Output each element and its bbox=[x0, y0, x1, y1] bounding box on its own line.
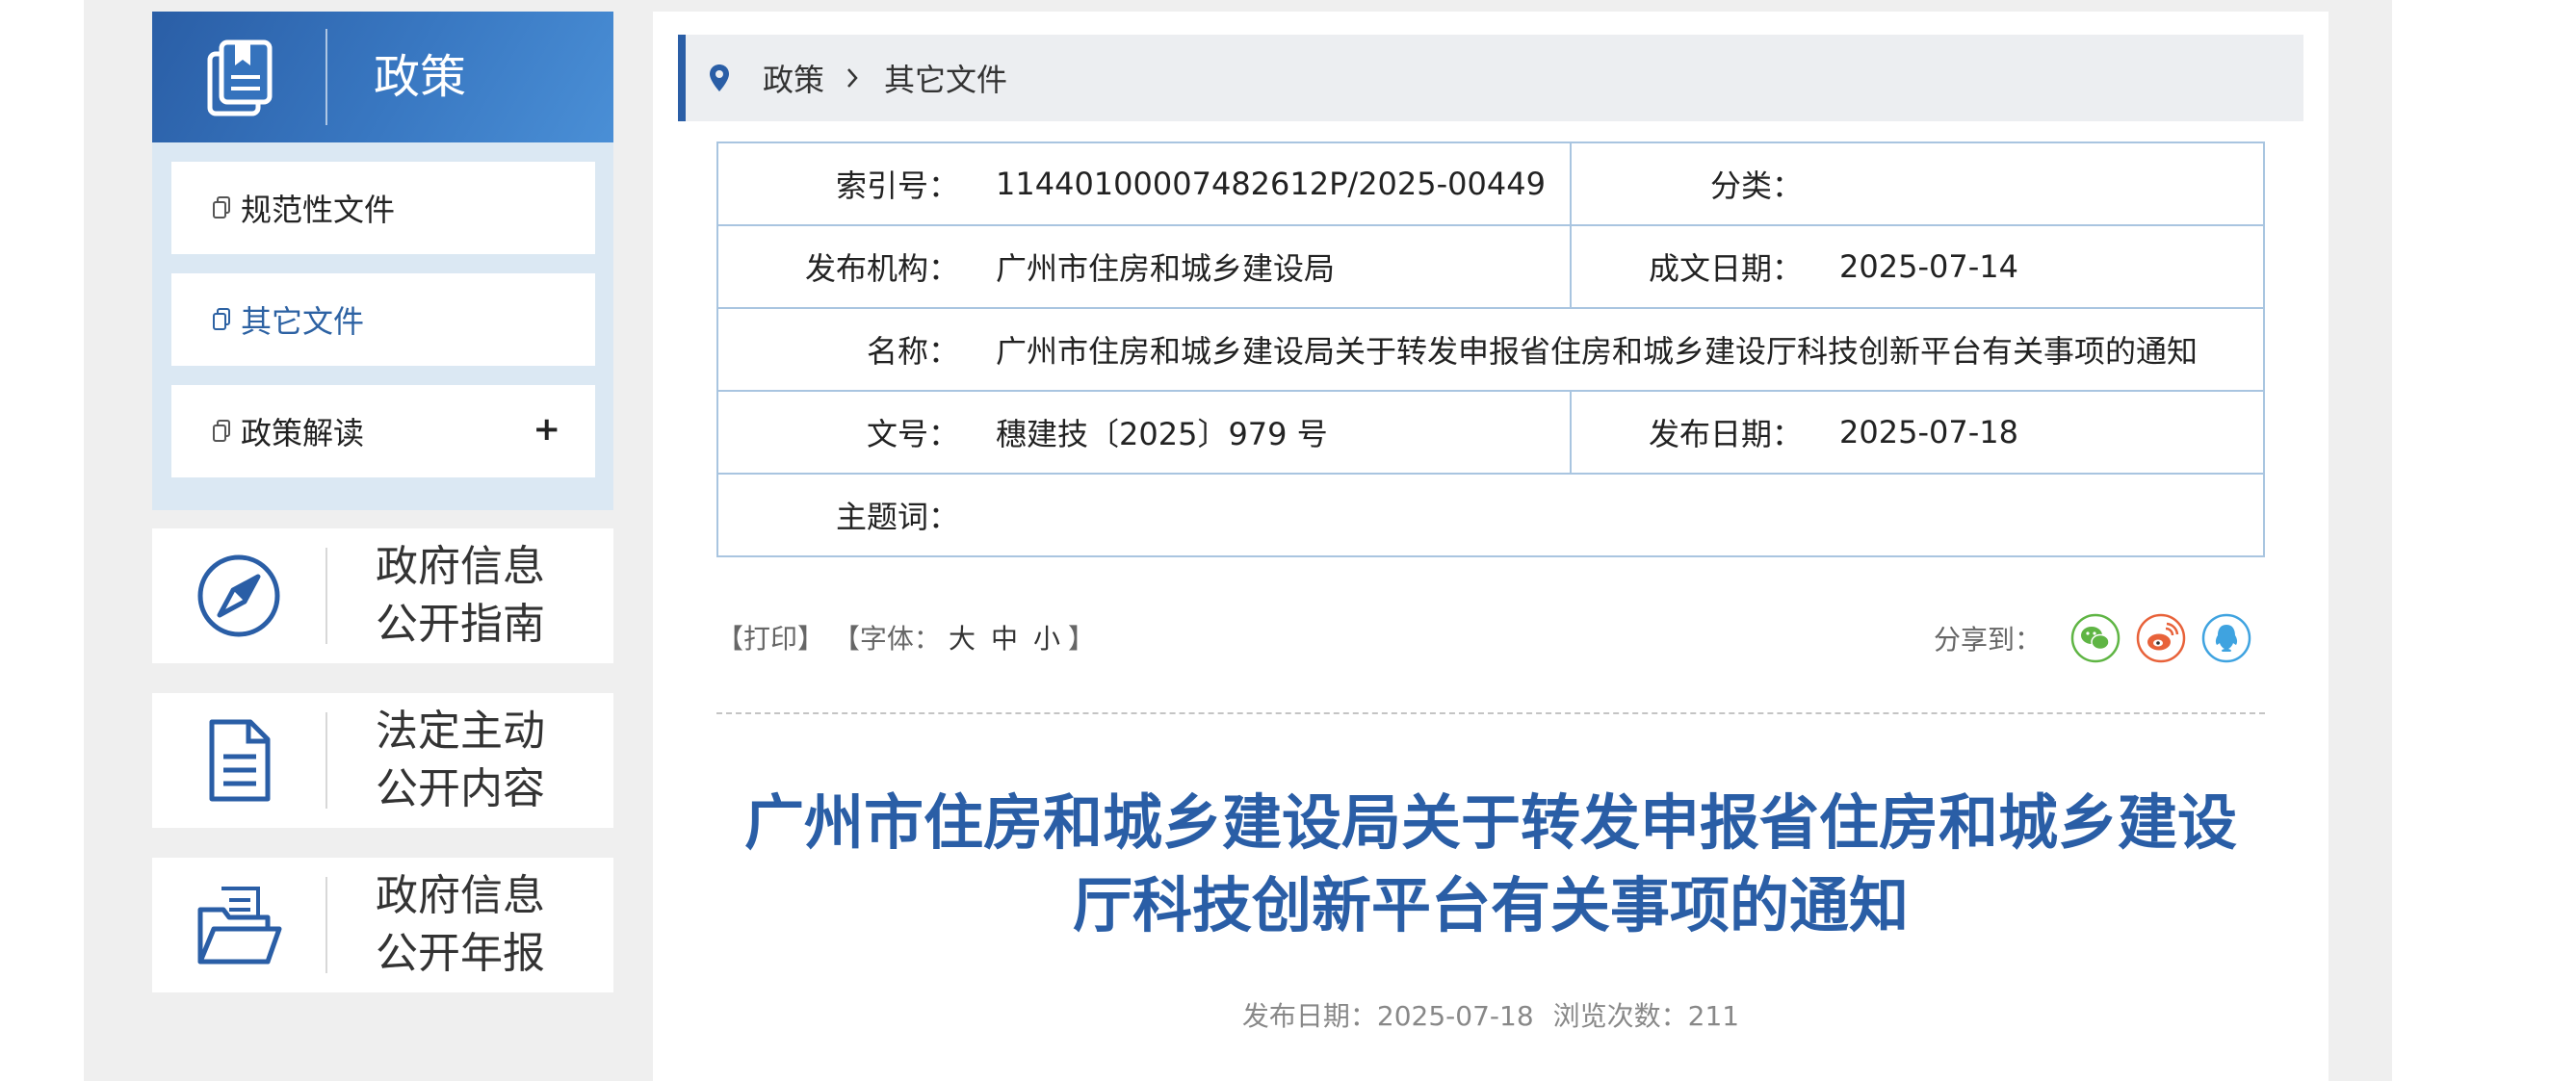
doc-number-label: 文号： bbox=[716, 390, 980, 475]
card-annual-report[interactable]: 政府信息 公开年报 bbox=[152, 858, 613, 992]
sidebar-item-normative-docs[interactable]: 规范性文件 bbox=[171, 162, 595, 254]
category-label: 分类： bbox=[1570, 142, 1824, 226]
wechat-icon[interactable] bbox=[2070, 613, 2121, 663]
card-disclosure-guide[interactable]: 政府信息 公开指南 bbox=[152, 528, 613, 663]
sidebar-header: 政策 bbox=[152, 12, 613, 142]
index-label: 索引号： bbox=[716, 142, 980, 226]
publish-date-value: 2025-07-18 bbox=[1376, 1000, 1534, 1032]
sidebar-item-label: 规范性文件 bbox=[241, 192, 396, 228]
card-mandatory-content[interactable]: 法定主动 公开内容 bbox=[152, 693, 613, 828]
document-lines-icon bbox=[209, 719, 271, 802]
article-meta: 发布日期：2025-07-18 浏览次数：211 bbox=[691, 995, 2290, 1034]
copy-doc-icon bbox=[213, 196, 230, 219]
index-value: 11440100007482612P/2025-00449 bbox=[980, 142, 1572, 226]
table-row: 名称： 广州市住房和城乡建设局关于转发申报省住房和城乡建设厅科技创新平台有关事项… bbox=[716, 307, 2265, 392]
card-divider bbox=[325, 712, 327, 809]
document-book-icon bbox=[207, 39, 273, 116]
written-date-label: 成文日期： bbox=[1570, 224, 1824, 309]
article-title: 广州市住房和城乡建设局关于转发申报省住房和城乡建设 厅科技创新平台有关事项的通知 bbox=[743, 787, 2237, 940]
card-divider bbox=[325, 877, 327, 973]
breadcrumb-root[interactable]: 政策 bbox=[763, 56, 824, 100]
open-folder-icon bbox=[197, 887, 282, 965]
separator-dashed bbox=[716, 712, 2265, 714]
copy-doc-icon bbox=[213, 308, 230, 330]
location-pin-icon bbox=[710, 64, 729, 91]
card-label: 政府信息 公开年报 bbox=[376, 871, 545, 978]
sidebar-item-label: 政策解读 bbox=[241, 415, 365, 451]
views-label: 浏览次数： bbox=[1552, 1000, 1688, 1032]
font-large-link[interactable]: 大 bbox=[949, 623, 976, 655]
copy-doc-icon bbox=[213, 420, 230, 442]
font-medium-link[interactable]: 中 bbox=[991, 623, 1018, 655]
views-count: 211 bbox=[1687, 1000, 1740, 1032]
breadcrumb-current[interactable]: 其它文件 bbox=[884, 56, 1007, 100]
publisher-label: 发布机构： bbox=[716, 224, 980, 309]
share-label: 分享到： bbox=[1934, 624, 2043, 656]
name-label: 名称： bbox=[716, 307, 980, 392]
document-meta-table: 索引号： 11440100007482612P/2025-00449 分类： 发… bbox=[716, 142, 2265, 557]
sidebar-title: 政策 bbox=[374, 50, 467, 104]
table-row: 文号： 穗建技〔2025〕979 号 发布日期： 2025-07-18 bbox=[716, 390, 2265, 475]
card-label: 政府信息 公开指南 bbox=[376, 542, 545, 649]
publish-date-label: 发布日期： bbox=[1570, 390, 1824, 475]
share-bar: 分享到： bbox=[1934, 613, 2251, 663]
article-tools: 【打印】 【字体：大中小】 bbox=[716, 618, 1095, 656]
font-small-link[interactable]: 小 bbox=[1033, 623, 1060, 655]
card-divider bbox=[325, 548, 327, 644]
qq-icon[interactable] bbox=[2201, 613, 2251, 663]
category-value bbox=[1824, 142, 2265, 226]
table-row: 索引号： 11440100007482612P/2025-00449 分类： bbox=[716, 142, 2265, 226]
table-row: 主题词： bbox=[716, 473, 2265, 557]
expand-plus-icon[interactable]: + bbox=[533, 410, 561, 449]
main-content: 政策 其它文件 索引号： 11440100007482612P/2025-004… bbox=[653, 12, 2329, 1081]
chevron-right-icon bbox=[847, 68, 858, 88]
weibo-icon[interactable] bbox=[2136, 613, 2186, 663]
font-size-suffix: 】 bbox=[1067, 623, 1095, 655]
publish-date-value: 2025-07-18 bbox=[1824, 390, 2265, 475]
sidebar-item-label: 其它文件 bbox=[241, 303, 365, 340]
print-link[interactable]: 【打印】 bbox=[716, 623, 824, 655]
subject-value bbox=[980, 473, 2265, 557]
card-label: 法定主动 公开内容 bbox=[376, 707, 545, 813]
name-value: 广州市住房和城乡建设局关于转发申报省住房和城乡建设厅科技创新平台有关事项的通知 bbox=[980, 307, 2265, 392]
table-row: 发布机构： 广州市住房和城乡建设局 成文日期： 2025-07-14 bbox=[716, 224, 2265, 309]
doc-number-value: 穗建技〔2025〕979 号 bbox=[980, 390, 1572, 475]
font-size-prefix: 【字体： bbox=[832, 623, 941, 655]
subject-label: 主题词： bbox=[716, 473, 980, 557]
publisher-value: 广州市住房和城乡建设局 bbox=[980, 224, 1572, 309]
sidebar-item-policy-interpretation[interactable]: 政策解读 + bbox=[171, 385, 595, 477]
publish-date-label: 发布日期： bbox=[1241, 1000, 1377, 1032]
sidebar-item-other-docs[interactable]: 其它文件 bbox=[171, 273, 595, 366]
compass-icon bbox=[197, 554, 280, 637]
sidebar-menu: 规范性文件 其它文件 政策解读 + bbox=[152, 142, 613, 510]
written-date-value: 2025-07-14 bbox=[1824, 224, 2265, 309]
breadcrumb: 政策 其它文件 bbox=[678, 35, 2303, 121]
header-divider bbox=[325, 29, 327, 125]
